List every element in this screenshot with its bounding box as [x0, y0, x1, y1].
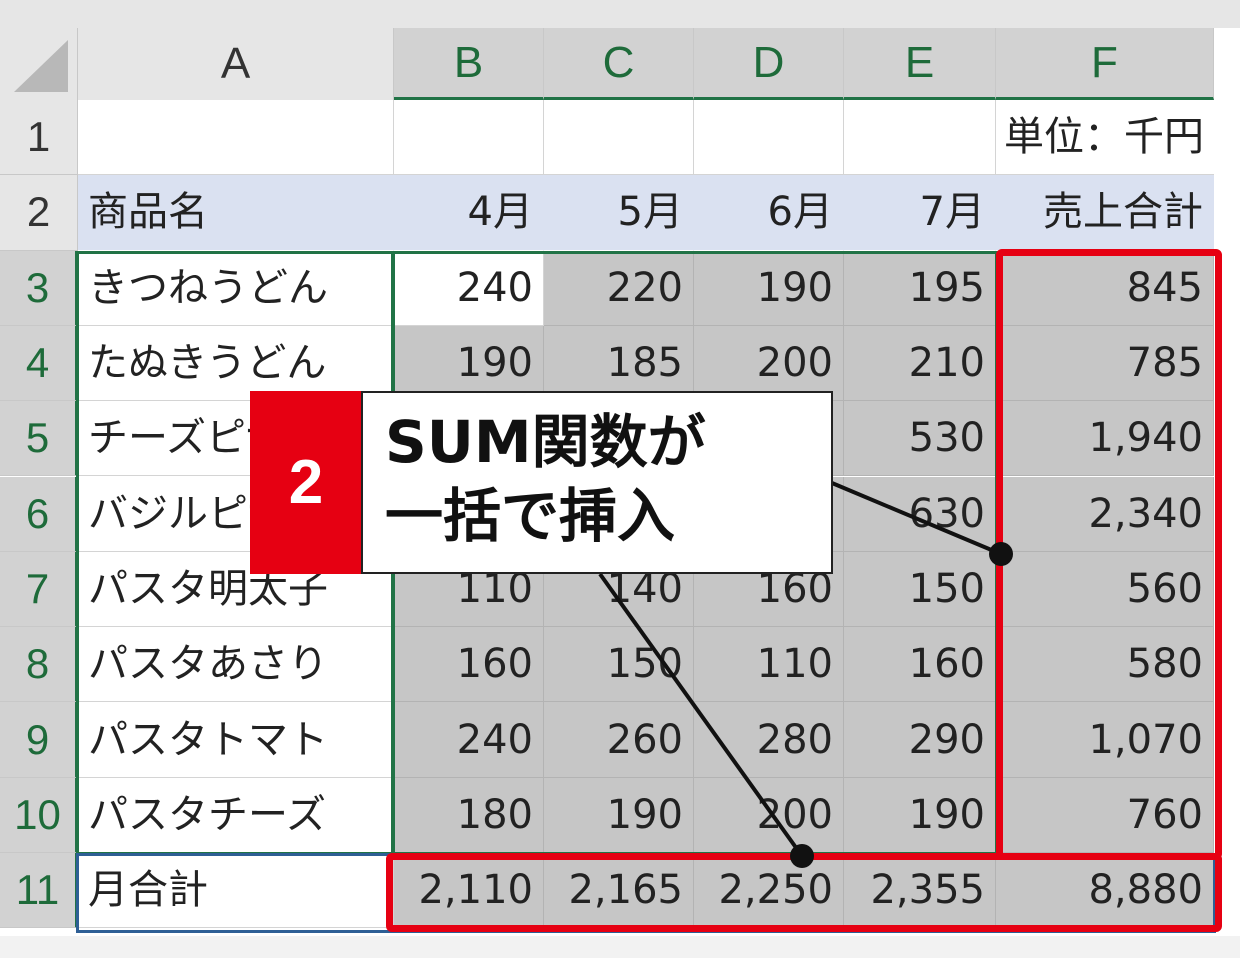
pointer-dot-total-column	[989, 542, 1013, 566]
pointer-dot-total-row	[790, 844, 814, 868]
callout-text-box: SUM関数が 一括で挿入	[361, 391, 833, 574]
callout-step-badge: 2	[250, 391, 362, 574]
callout-line-1: SUM関数が	[385, 408, 706, 476]
pointer-line-to-total-row	[598, 572, 804, 858]
pointer-line-to-total-column	[831, 481, 1002, 556]
callout-line-2: 一括で挿入	[385, 482, 676, 550]
